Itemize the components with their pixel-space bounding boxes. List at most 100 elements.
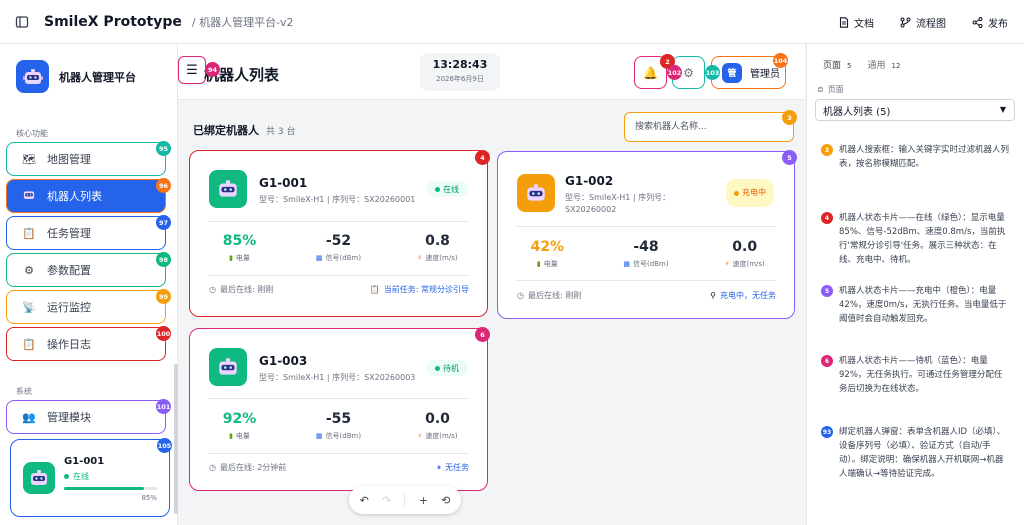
clock-icon: ◷ bbox=[517, 291, 524, 300]
battery-metric: 42% ▮ 电量 bbox=[530, 239, 565, 268]
status-dot-icon bbox=[435, 365, 440, 371]
robot-name: G1-003 bbox=[259, 354, 308, 368]
annotation-badge: 104 bbox=[773, 53, 788, 68]
annotation-badge: 99 bbox=[156, 289, 171, 304]
robot-search-input[interactable] bbox=[624, 112, 794, 142]
annotation-badge: 101 bbox=[156, 399, 171, 414]
lightning-icon: ⚡ bbox=[417, 254, 423, 262]
annotation-badge: 102 bbox=[667, 65, 682, 80]
robot-icon bbox=[23, 462, 55, 494]
flowchart-button[interactable]: 流程图 bbox=[900, 15, 946, 30]
sidebar-item-tasks[interactable]: 📋 任务管理 bbox=[6, 216, 166, 250]
history-icon[interactable]: ⟲ bbox=[441, 494, 450, 507]
avatar: 管 bbox=[722, 62, 742, 83]
bell-icon: 🔔 bbox=[643, 65, 658, 80]
battery-progress bbox=[64, 487, 158, 490]
signal-icon: ▦ bbox=[315, 254, 323, 262]
brand-name: 机器人管理平台 bbox=[59, 70, 136, 84]
undo-icon[interactable]: ↶ bbox=[360, 494, 369, 507]
breadcrumb: / 机器人管理平台-v2 bbox=[191, 15, 294, 29]
sidebar-item-monitor[interactable]: 📡 运行监控 bbox=[6, 290, 166, 324]
list-title: 已绑定机器人 bbox=[193, 124, 259, 137]
main-header: ☰ 94 机器人列表 13:28:43 2026年6月9日 🔔 2 ⚙ 102 … bbox=[178, 44, 805, 100]
plug-icon: ⚲ bbox=[710, 291, 716, 300]
signal-metric: -55 ▦ 信号(dBm) bbox=[315, 411, 362, 440]
sidebar-toggle-icon[interactable] bbox=[0, 0, 44, 44]
robot-meta: 型号：SmileX-H1 | 序列号：SX20260002 bbox=[565, 193, 671, 214]
lightning-icon: ⚡ bbox=[417, 432, 423, 440]
sidebar-item-admin[interactable]: 👥 管理模块 bbox=[6, 400, 166, 434]
annotation-note: 3 机器人搜索框：输入关键字实时过滤机器人列表，按名称模糊匹配。 bbox=[821, 143, 1021, 171]
annotation-panel: 页面 5 通用 12 ⊜ 页面 机器人列表 (5) ▼ 3 机器人搜索框：输入关键字实… bbox=[806, 44, 1024, 525]
log-icon: 📋 bbox=[22, 337, 36, 351]
docs-button[interactable]: 文档 bbox=[839, 15, 874, 30]
annotation-badge: 97 bbox=[156, 215, 171, 230]
map-icon: 🗺 bbox=[22, 152, 36, 166]
tab-page[interactable]: 页面 5 bbox=[823, 58, 851, 71]
sidebar-item-logs[interactable]: 📋 操作日志 bbox=[6, 327, 166, 361]
user-name: 管理员 bbox=[750, 69, 780, 80]
battery-icon: ▮ bbox=[536, 260, 541, 268]
annotation-note: 4 机器人状态卡片——在线（绿色）：显示电量85%、信号-52dBm、速度0.8… bbox=[821, 211, 1021, 267]
robot-card-g1-003[interactable]: G1-003 型号：SmileX-H1 | 序列号：SX20260003 待机 … bbox=[189, 328, 488, 491]
share-icon bbox=[972, 16, 983, 28]
annotation-badge: 98 bbox=[156, 252, 171, 267]
users-icon: 👥 bbox=[22, 410, 36, 424]
clipboard-icon: 📋 bbox=[369, 285, 380, 294]
annotation-badge: 4 bbox=[475, 150, 490, 165]
robot-icon bbox=[209, 170, 247, 208]
status-badge: 待机 bbox=[426, 360, 468, 376]
section-system-label: 系统 bbox=[16, 387, 32, 396]
battery-metric: 92% ▮ 电量 bbox=[222, 411, 257, 440]
brand: 机器人管理平台 bbox=[16, 60, 136, 93]
robot-icon bbox=[517, 174, 555, 212]
current-task[interactable]: ⏸ 无任务 bbox=[437, 462, 469, 473]
sidebar-scrollbar[interactable] bbox=[174, 364, 178, 514]
sidebar-item-params[interactable]: ⚙ 参数配置 bbox=[6, 253, 166, 287]
status-dot-icon bbox=[734, 190, 739, 196]
robot-icon bbox=[21, 188, 37, 204]
clock: 13:28:43 2026年6月9日 bbox=[420, 53, 500, 91]
flowchart-icon bbox=[900, 17, 911, 27]
signal-icon: ▦ bbox=[623, 260, 631, 268]
speed-metric: 0.0 ⚡ 速度(m/s) bbox=[724, 239, 765, 268]
battery-icon: ▮ bbox=[229, 254, 233, 262]
speed-metric: 0.0 ⚡ 速度(m/s) bbox=[417, 411, 458, 440]
page-select[interactable]: 机器人列表 (5) ▼ bbox=[815, 99, 1015, 121]
tab-common[interactable]: 通用 12 bbox=[867, 58, 900, 71]
canvas-toolbar: ↶ ↷ + ⟲ bbox=[349, 486, 461, 514]
robot-card-g1-001[interactable]: G1-001 型号：SmileX-H1 | 序列号：SX20260001 在线 … bbox=[189, 150, 488, 317]
lightning-icon: ⚡ bbox=[724, 260, 730, 268]
gear-icon: ⚙ bbox=[24, 263, 34, 277]
signal-icon: ▦ bbox=[315, 432, 323, 440]
document-icon bbox=[839, 16, 849, 28]
sidebar-item-robot-list[interactable]: 机器人列表 bbox=[6, 179, 166, 213]
layers-icon: ⊜ bbox=[817, 85, 824, 94]
robot-logo-icon bbox=[16, 60, 49, 93]
top-bar: SmileX Prototype / 机器人管理平台-v2 文档 流程图 发布 bbox=[0, 0, 1024, 44]
speed-metric: 0.8 ⚡ 速度(m/s) bbox=[417, 233, 458, 262]
annotation-badge: 96 bbox=[156, 178, 171, 193]
clipboard-icon: 📋 bbox=[22, 226, 36, 240]
menu-button[interactable]: ☰ bbox=[178, 56, 206, 84]
battery-icon: ▮ bbox=[229, 432, 233, 440]
current-task[interactable]: ⚲ 充电中，无任务 bbox=[710, 290, 776, 301]
annotation-badge: 95 bbox=[156, 141, 171, 156]
last-online: ◷ 最后在线: 刚刚 bbox=[517, 291, 582, 300]
status-badge: 充电中 bbox=[726, 179, 774, 207]
app-title: SmileX Prototype bbox=[44, 13, 182, 30]
gear-icon: ⚙ bbox=[683, 65, 694, 80]
status-dot-icon bbox=[64, 474, 69, 479]
robot-icon bbox=[209, 348, 247, 386]
add-icon[interactable]: + bbox=[419, 494, 428, 507]
robot-card-g1-002[interactable]: G1-002 型号：SmileX-H1 | 序列号：SX20260002 充电中… bbox=[497, 151, 795, 319]
last-online: ◷ 最后在线: 2分钟前 bbox=[209, 463, 287, 472]
current-task[interactable]: 📋 当前任务: 常规分诊引导 bbox=[370, 284, 469, 295]
redo-icon[interactable]: ↷ bbox=[382, 494, 391, 507]
current-robot-card[interactable]: G1-001 在线 85% bbox=[10, 439, 170, 517]
robot-name: G1-001 bbox=[259, 176, 308, 190]
clock-time: 13:28:43 bbox=[432, 58, 488, 71]
publish-button[interactable]: 发布 bbox=[972, 15, 1008, 30]
sidebar-item-map[interactable]: 🗺 地图管理 bbox=[6, 142, 166, 176]
annotation-badge: 5 bbox=[782, 150, 797, 165]
